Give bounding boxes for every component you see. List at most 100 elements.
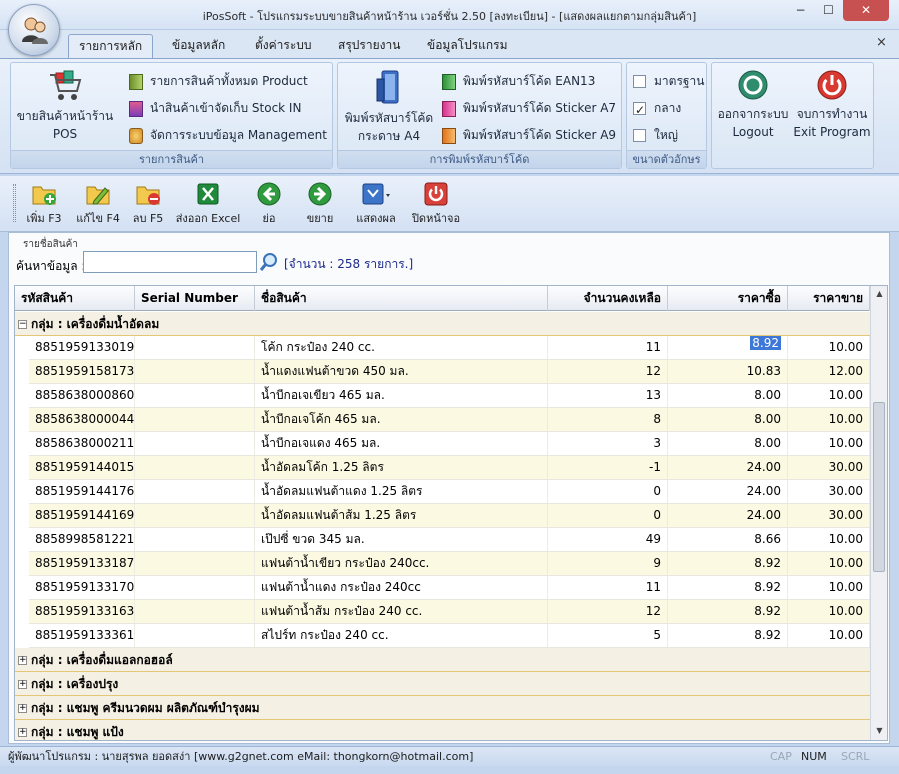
- cell-price[interactable]: 10.00: [788, 552, 870, 575]
- table-row[interactable]: 8851959133170 แฟนต้าน้ำแดง กระป๋อง 240cc 1…: [29, 576, 870, 600]
- selected-cell-value[interactable]: 8.92: [750, 336, 781, 350]
- cell-cost[interactable]: 24.00: [668, 456, 788, 479]
- pos-button[interactable]: ขายสินค้าหน้าร้าน POS: [13, 69, 117, 143]
- fontsize-large-checkbox[interactable]: [633, 129, 646, 142]
- cell-name[interactable]: น้ำแดงแฟนต้าขวด 450 มล.: [255, 360, 548, 383]
- table-row[interactable]: 8851959133019 โค้ก กระป๋อง 240 cc. 11 8.92 1…: [29, 336, 870, 360]
- tab-settings[interactable]: ตั้งค่าระบบ: [245, 34, 322, 59]
- scroll-down-icon[interactable]: ▼: [871, 723, 887, 739]
- app-menu-button[interactable]: [8, 4, 60, 56]
- cell-code[interactable]: 8858998581221: [29, 528, 135, 551]
- col-header-serial[interactable]: Serial Number: [135, 286, 255, 311]
- fontsize-standard-option[interactable]: มาตรฐาน: [633, 71, 704, 91]
- cell-name[interactable]: น้ำบีกอเจเขียว 465 มล.: [255, 384, 548, 407]
- close-window-button[interactable]: ✕: [843, 0, 889, 21]
- search-input[interactable]: [83, 251, 257, 273]
- cell-code[interactable]: 8851959144169: [29, 504, 135, 527]
- cell-qty[interactable]: 3: [548, 432, 668, 455]
- cell-price[interactable]: 30.00: [788, 504, 870, 527]
- cell-price[interactable]: 10.00: [788, 408, 870, 431]
- cell-cost[interactable]: 8.92: [668, 552, 788, 575]
- exit-program-button[interactable]: จบการทำงาน Exit Program: [792, 69, 872, 141]
- cell-qty[interactable]: 11: [548, 336, 668, 359]
- cell-qty[interactable]: 9: [548, 552, 668, 575]
- cell-qty[interactable]: 12: [548, 600, 668, 623]
- cell-cost[interactable]: 8.00: [668, 408, 788, 431]
- cell-serial[interactable]: [135, 480, 255, 503]
- cell-code[interactable]: 8851959144015: [29, 456, 135, 479]
- cell-code[interactable]: 8851959158173: [29, 360, 135, 383]
- col-header-name[interactable]: ชื่อสินค้า: [255, 286, 548, 311]
- cell-name[interactable]: สไปร์ท กระป๋อง 240 cc.: [255, 624, 548, 647]
- minimize-button[interactable]: −: [787, 0, 814, 21]
- cell-qty[interactable]: 8: [548, 408, 668, 431]
- cell-name[interactable]: เป๊ปซี่ ขวด 345 มล.: [255, 528, 548, 551]
- edit-button[interactable]: แก้ไข F4: [72, 182, 124, 227]
- cell-serial[interactable]: [135, 456, 255, 479]
- cell-price[interactable]: 12.00: [788, 360, 870, 383]
- table-row[interactable]: 8851959144169 น้ำอัดลมแฟนต้าส้ม 1.25 ลิตร…: [29, 504, 870, 528]
- expand-button[interactable]: ขยาย: [302, 182, 338, 227]
- vertical-scrollbar[interactable]: ▲ ▼: [870, 286, 887, 740]
- management-button[interactable]: จัดการระบบข้อมูล Management: [129, 125, 327, 145]
- group-toggle[interactable]: +: [18, 728, 27, 737]
- col-header-code[interactable]: รหัสสินค้า: [15, 286, 135, 311]
- cell-cost[interactable]: 8.92: [668, 600, 788, 623]
- export-excel-button[interactable]: ส่งออก Excel: [172, 182, 244, 227]
- stock-in-button[interactable]: นำสินค้าเข้าจัดเก็บ Stock IN: [129, 98, 301, 118]
- table-row[interactable]: 8851959133361 สไปร์ท กระป๋อง 240 cc. 5 8.92…: [29, 624, 870, 648]
- cell-code[interactable]: 8851959133019: [29, 336, 135, 359]
- group-row-collapsed[interactable]: + กลุ่ม : แชมพู ครีมนวดผม ผลิตภัณฑ์บำรุงผ…: [15, 696, 870, 720]
- cell-code[interactable]: 8858638000044: [29, 408, 135, 431]
- cell-cost[interactable]: 8.92: [668, 336, 788, 359]
- toolbar-grip[interactable]: [13, 184, 16, 222]
- table-row[interactable]: 8858638000044 น้ำบีกอเจโค้ก 465 มล. 8 8.00 1…: [29, 408, 870, 432]
- cell-serial[interactable]: [135, 384, 255, 407]
- group-toggle[interactable]: −: [18, 320, 27, 329]
- tab-reports[interactable]: สรุปรายงาน: [328, 34, 410, 59]
- cell-qty[interactable]: 11: [548, 576, 668, 599]
- cell-code[interactable]: 8851959133187: [29, 552, 135, 575]
- cell-serial[interactable]: [135, 552, 255, 575]
- cell-cost[interactable]: 8.00: [668, 384, 788, 407]
- cell-cost[interactable]: 24.00: [668, 480, 788, 503]
- cell-cost[interactable]: 24.00: [668, 504, 788, 527]
- cell-name[interactable]: แฟนต้าน้ำส้ม กระป๋อง 240 cc.: [255, 600, 548, 623]
- cell-name[interactable]: โค้ก กระป๋อง 240 cc.: [255, 336, 548, 359]
- add-button[interactable]: เพิ่ม F3: [24, 182, 64, 227]
- cell-price[interactable]: 10.00: [788, 336, 870, 359]
- cell-serial[interactable]: [135, 624, 255, 647]
- cell-code[interactable]: 8851959133361: [29, 624, 135, 647]
- cell-qty[interactable]: -1: [548, 456, 668, 479]
- cell-name[interactable]: น้ำอัดลมแฟนต้าส้ม 1.25 ลิตร: [255, 504, 548, 527]
- cell-cost[interactable]: 10.83: [668, 360, 788, 383]
- cell-qty[interactable]: 13: [548, 384, 668, 407]
- col-header-cost[interactable]: ราคาซื้อ: [668, 286, 788, 311]
- cell-name[interactable]: น้ำอัดลมแฟนต้าแดง 1.25 ลิตร: [255, 480, 548, 503]
- product-list-button[interactable]: รายการสินค้าทั้งหมด Product: [129, 71, 308, 91]
- cell-qty[interactable]: 49: [548, 528, 668, 551]
- cell-serial[interactable]: [135, 360, 255, 383]
- cell-code[interactable]: 8851959133163: [29, 600, 135, 623]
- search-button[interactable]: [258, 251, 280, 273]
- fontsize-large-option[interactable]: ใหญ่: [633, 125, 678, 145]
- cell-serial[interactable]: [135, 432, 255, 455]
- print-barcode-a4-button[interactable]: พิมพ์รหัสบาร์โค้ด กระดาษ A4: [340, 69, 438, 145]
- fontsize-medium-checkbox[interactable]: [633, 100, 646, 120]
- table-row[interactable]: 8851959133187 แฟนต้าน้ำเขียว กระป๋อง 240c…: [29, 552, 870, 576]
- cell-serial[interactable]: [135, 528, 255, 551]
- view-mode-button[interactable]: แสดงผล: [348, 182, 404, 227]
- col-header-price[interactable]: ราคาขาย: [788, 286, 870, 311]
- cell-serial[interactable]: [135, 600, 255, 623]
- col-header-qty[interactable]: จำนวนคงเหลือ: [548, 286, 668, 311]
- tab-master-data[interactable]: ข้อมูลหลัก: [162, 34, 235, 59]
- group-toggle[interactable]: +: [18, 704, 27, 713]
- cell-code[interactable]: 8858638000211: [29, 432, 135, 455]
- scroll-up-icon[interactable]: ▲: [871, 286, 887, 302]
- group-row-collapsed[interactable]: + กลุ่ม : เครื่องดื่มแอลกอฮอล์: [15, 648, 870, 672]
- cell-price[interactable]: 30.00: [788, 456, 870, 479]
- group-row-collapsed[interactable]: + กลุ่ม : แชมพู แป้ง: [15, 720, 870, 740]
- group-toggle[interactable]: +: [18, 656, 27, 665]
- cell-name[interactable]: น้ำบีกอเจโค้ก 465 มล.: [255, 408, 548, 431]
- table-row[interactable]: 8858638000860 น้ำบีกอเจเขียว 465 มล. 13 8.0…: [29, 384, 870, 408]
